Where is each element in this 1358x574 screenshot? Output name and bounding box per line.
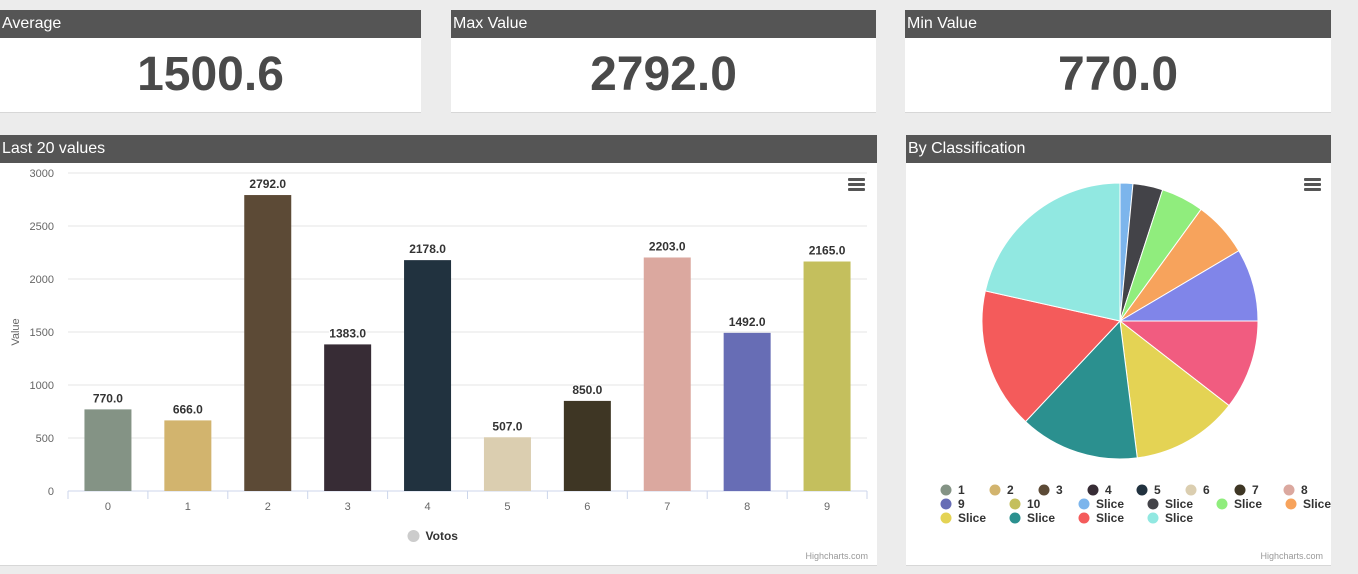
legend-symbol — [1009, 512, 1021, 524]
legend-item: 7 — [1252, 483, 1259, 497]
panel-title: Max Value — [451, 10, 876, 38]
legend-item: 2 — [1007, 483, 1014, 497]
legend-symbol — [1216, 498, 1228, 510]
chart-credits[interactable]: Highcharts.com — [805, 551, 868, 561]
legend-symbol — [940, 512, 952, 524]
legend-item: 9 — [958, 497, 965, 511]
x-tick-label: 3 — [345, 501, 351, 513]
x-tick-label: 8 — [744, 501, 750, 513]
pie-chart: 1 2 3 4 5 6 7 89 10 Slice Slice Slice SliceSlice Slic… — [940, 182, 1331, 525]
legend-symbol — [1038, 484, 1050, 496]
legend-symbol — [989, 484, 1001, 496]
chart-credits[interactable]: Highcharts.com — [1260, 551, 1323, 561]
data-label: 666.0 — [173, 402, 203, 416]
stat-value: 770.0 — [1057, 48, 1179, 101]
data-label: 1492.0 — [729, 315, 766, 329]
y-tick-label: 1000 — [30, 380, 54, 392]
legend-symbol — [940, 498, 952, 510]
panel-title: Min Value — [905, 10, 1331, 38]
bar — [244, 195, 292, 491]
y-tick-label: 0 — [48, 486, 54, 498]
chart-menu-icon[interactable] — [848, 178, 865, 191]
pie-chart-panel: By Classification 1 2 3 4 5 6 7 8 9 10 Slice Slice S… — [906, 135, 1331, 566]
panel-title: Average — [0, 10, 421, 38]
bar — [404, 260, 452, 491]
scrollbar-track[interactable] — [1340, 0, 1358, 574]
legend-symbol — [940, 484, 952, 496]
legend-item: Slice — [1303, 497, 1331, 511]
stat-panel-max: Max Value 2792.0 — [451, 10, 876, 113]
legend-item: Slice — [1096, 497, 1124, 511]
panel-title: Last 20 values — [0, 135, 877, 163]
data-label: 1383.0 — [329, 326, 366, 340]
legend-symbol — [1285, 498, 1297, 510]
y-tick-label: 500 — [36, 433, 54, 445]
x-tick-label: 7 — [664, 501, 670, 513]
bar — [643, 257, 691, 491]
legend-item: Slice — [1234, 497, 1262, 511]
legend-item: 4 — [1105, 483, 1112, 497]
legend-symbol — [1234, 484, 1246, 496]
legend-symbol — [1087, 484, 1099, 496]
legend-symbol — [1078, 498, 1090, 510]
legend-symbol — [1147, 512, 1159, 524]
bar — [803, 261, 851, 491]
bar-chart: 0 500 1000 1500 2000 2500 3000 Value 770.0 0 666.0… — [10, 168, 868, 543]
x-tick-label: 1 — [185, 501, 191, 513]
data-label: 2165.0 — [809, 244, 846, 258]
stat-value: 1500.6 — [137, 48, 284, 101]
legend-symbol — [1078, 512, 1090, 524]
data-label: 770.0 — [93, 391, 123, 405]
legend-symbol — [1283, 484, 1295, 496]
legend-item: 1 — [958, 483, 965, 497]
data-label: 2792.0 — [249, 177, 286, 191]
data-label: 507.0 — [492, 419, 522, 433]
legend-symbol — [407, 530, 420, 542]
data-label: 2178.0 — [409, 242, 446, 256]
legend-item: Slice — [1165, 497, 1193, 511]
bar — [723, 332, 771, 491]
stat-panel-average: Average 1500.6 — [0, 10, 421, 113]
legend-item: 10 — [1027, 497, 1041, 511]
y-tick-label: 2000 — [30, 274, 54, 286]
x-tick-label: 2 — [265, 501, 271, 513]
legend-item: 5 — [1154, 483, 1161, 497]
legend-item: Slice — [1165, 511, 1193, 525]
y-tick-label: 2500 — [30, 221, 54, 233]
bar — [84, 409, 132, 491]
legend-symbol — [1147, 498, 1159, 510]
stat-value: 2792.0 — [590, 48, 737, 101]
data-label: 850.0 — [572, 383, 602, 397]
x-tick-label: 0 — [105, 501, 111, 513]
panel-title: By Classification — [906, 135, 1331, 163]
bar — [483, 437, 531, 491]
legend-item: 8 — [1301, 483, 1308, 497]
legend-symbol — [1185, 484, 1197, 496]
bar-chart-panel: Last 20 values 0 500 1000 1500 2000 2500 3000 V… — [0, 135, 877, 566]
y-tick-label: 1500 — [30, 327, 54, 339]
legend-item: 3 — [1056, 483, 1063, 497]
x-tick-label: 4 — [424, 501, 430, 513]
legend-item: Slice — [1096, 511, 1124, 525]
legend-symbol — [1009, 498, 1021, 510]
x-tick-label: 6 — [584, 501, 590, 513]
legend-symbol — [1136, 484, 1148, 496]
x-tick-label: 5 — [504, 501, 510, 513]
y-tick-label: 3000 — [30, 168, 54, 180]
y-axis-title: Value — [10, 318, 22, 345]
chart-menu-icon[interactable] — [1304, 178, 1321, 191]
x-tick-label: 9 — [824, 501, 830, 513]
legend-item: Slice — [1027, 511, 1055, 525]
bar — [164, 420, 212, 491]
data-label: 2203.0 — [649, 239, 686, 253]
bar — [563, 400, 611, 491]
legend-item: 6 — [1203, 483, 1210, 497]
bar — [324, 344, 372, 491]
stat-panel-min: Min Value 770.0 — [905, 10, 1331, 113]
legend-item: Votos — [426, 529, 459, 543]
legend-item: Slice — [958, 511, 986, 525]
